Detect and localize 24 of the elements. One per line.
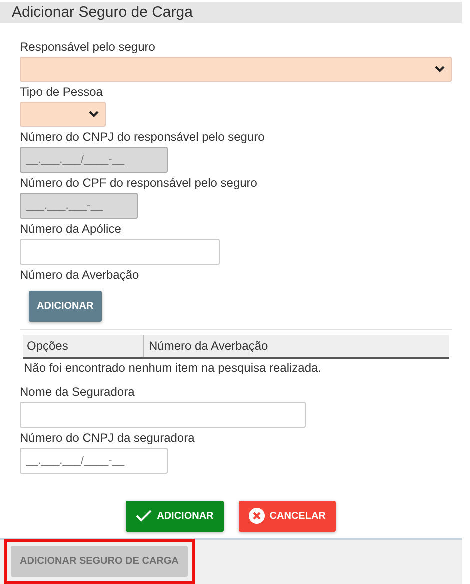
select-field[interactable] xyxy=(20,56,452,82)
add-button[interactable]: ADICIONAR xyxy=(126,500,224,532)
input-field[interactable]: __.___.___/____-__ xyxy=(20,448,168,474)
column-header: Opções xyxy=(23,334,144,357)
dialog-title: Adicionar Seguro de Carga xyxy=(12,4,193,21)
empty-message: Não foi encontrado nenhum item na pesquisa realizada. xyxy=(23,360,322,375)
field-label: Nome da Seguradora xyxy=(20,384,135,400)
add-button[interactable]: ADICIONAR xyxy=(29,290,102,322)
field-label: Número do CNPJ da seguradora xyxy=(20,430,195,446)
input-field[interactable] xyxy=(20,238,220,265)
field-label: Número do CPF do responsável pelo seguro xyxy=(20,176,258,191)
field-label: Tipo de Pessoa xyxy=(20,84,103,100)
field-label: Responsável pelo seguro xyxy=(20,40,156,55)
field-label: Número da Averbação xyxy=(20,268,140,283)
input-field[interactable] xyxy=(20,402,306,428)
chevron-down-icon xyxy=(435,66,445,73)
chevron-down-icon xyxy=(89,110,99,118)
cancel-button[interactable]: CANCELAR xyxy=(238,500,336,532)
field-label: Número do CNPJ do responsável pelo seguro xyxy=(20,130,265,145)
checkmark-icon xyxy=(136,510,152,522)
column-header: Número da Averbação xyxy=(148,338,268,355)
close-icon xyxy=(248,508,265,524)
select-field[interactable] xyxy=(20,102,106,127)
field-label: Número da Apólice xyxy=(20,222,122,237)
